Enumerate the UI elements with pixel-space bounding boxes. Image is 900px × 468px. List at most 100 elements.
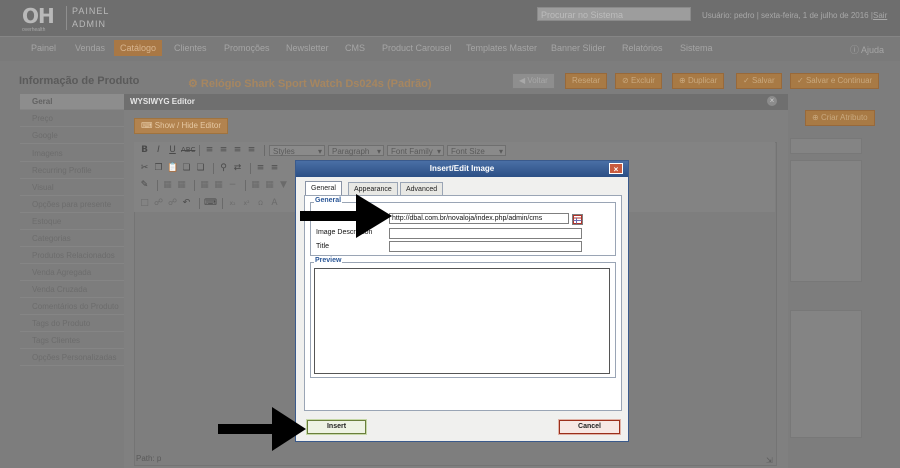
- find-icon[interactable]: ⚲: [218, 163, 229, 173]
- tab-preco[interactable]: Preço: [20, 111, 124, 127]
- logo[interactable]: OH overhealth: [22, 4, 62, 33]
- insert-row-icon[interactable]: ▦: [213, 180, 224, 190]
- tab-tags-clientes[interactable]: Tags Clientes: [20, 333, 124, 349]
- help-link[interactable]: ⓘ Ajuda: [850, 43, 884, 56]
- align-center-icon[interactable]: ≡: [218, 145, 229, 155]
- show-hide-editor-button[interactable]: ⌨ Show / Hide Editor: [134, 118, 229, 134]
- toolbar-row-1: B I U ABC ≡ ≡ ≡ ≡ Styles ▾ Paragraph ▾ Fon…: [139, 143, 509, 157]
- font-size-select[interactable]: Font Size ▾: [447, 144, 506, 156]
- delete-button[interactable]: ⊘ Excluir: [615, 73, 662, 89]
- cell-props-icon[interactable]: ▦: [199, 180, 210, 190]
- tab-imagens[interactable]: Imagens: [20, 146, 124, 162]
- save-button[interactable]: ✓ Salvar: [736, 73, 782, 89]
- char-map-icon[interactable]: Ω: [255, 200, 266, 207]
- cut-icon[interactable]: ✂: [139, 163, 150, 173]
- bullet-list-icon[interactable]: ≡: [255, 163, 266, 173]
- save-continue-button[interactable]: ✓ Salvar e Continuar: [790, 73, 880, 89]
- logout-link[interactable]: Sair: [873, 11, 887, 20]
- tab-google[interactable]: Google: [20, 128, 124, 144]
- nav-item-catalogo[interactable]: Catálogo: [114, 40, 163, 56]
- image-description-input[interactable]: [389, 228, 582, 239]
- table-icon[interactable]: ▦: [162, 180, 173, 190]
- nav-item-cms[interactable]: CMS: [345, 43, 365, 53]
- logo-text-line2: ADMIN: [72, 19, 106, 29]
- chevron-down-icon: ▾: [317, 146, 322, 156]
- insert-button[interactable]: Insert: [306, 419, 367, 435]
- paste-word-icon[interactable]: ❏: [195, 163, 206, 173]
- superscript-icon[interactable]: x²: [241, 200, 252, 207]
- annotation-arrow-url: [300, 194, 392, 238]
- tab-tags-produto[interactable]: Tags do Produto: [20, 316, 124, 332]
- browse-button[interactable]: [572, 214, 583, 225]
- paste-text-icon[interactable]: ❏: [181, 163, 192, 173]
- dialog-titlebar[interactable]: Insert/Edit Image ×: [296, 161, 628, 177]
- tab-opcoes-presente[interactable]: Opções para presente: [20, 197, 124, 213]
- undo-icon[interactable]: ↶: [181, 198, 192, 208]
- filter-icon[interactable]: ▼: [278, 180, 289, 190]
- format-select[interactable]: Paragraph ▾: [328, 144, 384, 156]
- tab-advanced[interactable]: Advanced: [400, 182, 444, 195]
- unlink-icon[interactable]: ☍: [167, 198, 178, 208]
- wysiwyg-close-icon[interactable]: ×: [767, 96, 777, 106]
- insert-col-icon[interactable]: ▦: [250, 180, 261, 190]
- delete-row-icon[interactable]: −: [227, 180, 238, 190]
- numbered-list-icon[interactable]: ≡: [269, 163, 280, 173]
- tab-categorias[interactable]: Categorias: [20, 231, 124, 247]
- save-label: Salvar: [751, 76, 775, 85]
- back-button[interactable]: ◀ Voltar: [512, 73, 555, 89]
- copy-icon[interactable]: ❐: [153, 163, 164, 173]
- editor-path: Path: p: [136, 454, 162, 463]
- global-search-input[interactable]: Procurar no Sistema: [537, 7, 691, 21]
- resize-grip-icon[interactable]: ⇲: [766, 456, 773, 465]
- nav-item-relatorios[interactable]: Relatórios: [622, 43, 663, 53]
- tab-recurring-profile[interactable]: Recurring Profile: [20, 163, 124, 179]
- title-input[interactable]: [389, 241, 582, 252]
- strikethrough-icon[interactable]: ABC: [181, 146, 195, 154]
- nav-item-promocoes[interactable]: Promoções: [224, 43, 270, 53]
- sidebar-title: Informação de Produto: [19, 75, 140, 87]
- nav-item-painel[interactable]: Painel: [31, 43, 56, 53]
- visual-aid-icon[interactable]: □: [139, 198, 150, 208]
- nav-item-clientes[interactable]: Clientes: [174, 43, 207, 53]
- subscript-icon[interactable]: x₂: [227, 200, 238, 207]
- tab-venda-agregada[interactable]: Venda Agregada: [20, 265, 124, 281]
- align-justify-icon[interactable]: ≡: [246, 145, 257, 155]
- replace-icon[interactable]: ⇄: [232, 163, 243, 173]
- nav-item-sistema[interactable]: Sistema: [680, 43, 713, 53]
- tab-venda-cruzada[interactable]: Venda Cruzada: [20, 282, 124, 298]
- tab-geral[interactable]: Geral: [20, 94, 124, 110]
- styles-label: Styles: [273, 146, 295, 156]
- tab-visual[interactable]: Visual: [20, 180, 124, 196]
- link-icon[interactable]: ☍: [153, 198, 164, 208]
- tab-estoque[interactable]: Estoque: [20, 214, 124, 230]
- toolbar-row-2: ✂ ❐ 📋 ❏ ❏ ⚲ ⇄ ≡ ≡: [139, 161, 283, 175]
- edit-css-icon[interactable]: ✎: [139, 180, 150, 190]
- row-props-icon[interactable]: ▦: [176, 180, 187, 190]
- underline-icon[interactable]: U: [167, 145, 178, 155]
- bold-icon[interactable]: B: [139, 145, 150, 155]
- paste-icon[interactable]: 📋: [167, 163, 178, 173]
- italic-icon[interactable]: I: [153, 145, 164, 155]
- nav-item-product-carousel[interactable]: Product Carousel: [382, 43, 452, 53]
- reset-button[interactable]: Resetar: [565, 73, 608, 89]
- browse-icon: [573, 215, 582, 224]
- tab-comentarios[interactable]: Comentários do Produto: [20, 299, 124, 315]
- clean-icon[interactable]: ⌨: [204, 198, 217, 208]
- tab-opcoes-personalizadas[interactable]: Opções Personalizadas: [20, 350, 124, 366]
- nav-item-banner-slider[interactable]: Banner Slider: [551, 43, 606, 53]
- font-family-select[interactable]: Font Family ▾: [387, 144, 444, 156]
- nav-item-templates-master[interactable]: Templates Master: [466, 43, 537, 53]
- styles-select[interactable]: Styles ▾: [269, 144, 325, 156]
- align-left-icon[interactable]: ≡: [204, 145, 215, 155]
- cancel-button[interactable]: Cancel: [558, 419, 621, 435]
- delete-col-icon[interactable]: ▦: [264, 180, 275, 190]
- duplicate-button[interactable]: ⊕ Duplicar: [672, 73, 725, 89]
- dialog-close-icon[interactable]: ×: [609, 163, 623, 174]
- nav-item-newsletter[interactable]: Newsletter: [286, 43, 329, 53]
- tab-produtos-relacionados[interactable]: Produtos Relacionados: [20, 248, 124, 264]
- format-icon[interactable]: A: [269, 198, 280, 208]
- nav-item-vendas[interactable]: Vendas: [75, 43, 105, 53]
- align-right-icon[interactable]: ≡: [232, 145, 243, 155]
- image-url-input[interactable]: http://dbal.com.br/novaloja/index.php/ad…: [389, 213, 569, 224]
- create-attribute-button[interactable]: ⊕ Criar Atributo: [805, 110, 875, 126]
